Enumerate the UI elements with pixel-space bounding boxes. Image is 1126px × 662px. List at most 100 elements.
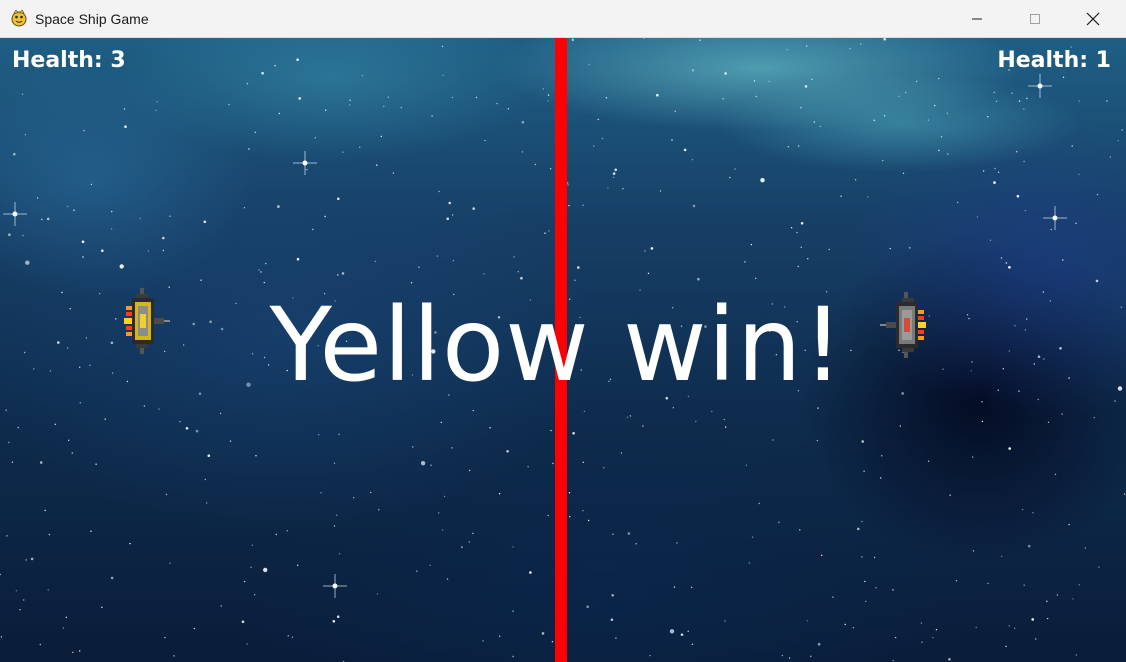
star [203, 220, 207, 224]
star [552, 462, 554, 465]
star [892, 659, 894, 662]
star [0, 636, 3, 638]
star [298, 97, 302, 100]
star [817, 407, 819, 409]
star [854, 179, 857, 181]
star [246, 643, 248, 645]
star [873, 119, 875, 122]
star [883, 115, 886, 117]
star [336, 615, 340, 618]
maximize-button[interactable] [1006, 0, 1064, 37]
star [498, 493, 501, 495]
star [443, 495, 446, 498]
star [676, 542, 678, 544]
star [723, 418, 725, 421]
star [849, 48, 851, 50]
star [889, 247, 891, 250]
star [605, 97, 608, 99]
star [452, 259, 455, 262]
star [1075, 222, 1077, 224]
star [1054, 473, 1057, 475]
star [286, 530, 288, 532]
star [72, 651, 74, 653]
star [306, 169, 308, 171]
star [440, 421, 442, 424]
star [852, 627, 855, 629]
star [374, 260, 376, 263]
star [799, 529, 801, 531]
star [400, 106, 402, 109]
star [790, 227, 793, 229]
game-canvas[interactable]: Health: 3 Health: 1 Yellow win! [0, 38, 1126, 662]
star [989, 239, 992, 241]
star [548, 230, 550, 232]
star [41, 218, 43, 221]
star [370, 491, 372, 494]
star [110, 228, 113, 230]
star [67, 205, 69, 208]
star [436, 255, 439, 257]
star [921, 641, 923, 643]
star [813, 121, 815, 123]
star [1023, 160, 1025, 163]
star [158, 408, 160, 410]
star [1120, 306, 1123, 308]
star [129, 542, 131, 545]
star [1008, 447, 1011, 450]
star [603, 467, 605, 469]
star [156, 101, 158, 103]
star [861, 556, 863, 558]
star [54, 423, 56, 425]
star [687, 630, 689, 632]
star [567, 182, 569, 184]
star [412, 446, 414, 448]
star [1005, 262, 1008, 264]
star [314, 137, 316, 139]
star [1018, 100, 1021, 102]
star [483, 273, 485, 275]
star [179, 421, 181, 423]
star [541, 632, 545, 635]
star [550, 429, 552, 432]
star [1046, 600, 1048, 602]
star [934, 104, 936, 107]
star [571, 38, 575, 42]
star [265, 262, 267, 265]
star [547, 100, 549, 102]
star [627, 532, 631, 535]
star [806, 620, 809, 622]
star [451, 96, 454, 99]
star [611, 594, 614, 597]
star [569, 515, 571, 518]
star [614, 168, 617, 172]
star [248, 148, 250, 150]
star [972, 456, 974, 458]
star [499, 635, 501, 637]
star [451, 447, 453, 449]
title-bar[interactable]: Space Ship Game [0, 0, 1126, 38]
star [909, 247, 911, 249]
star [781, 654, 784, 657]
star [875, 587, 877, 589]
minimize-button[interactable] [948, 0, 1006, 37]
star [995, 100, 998, 102]
star [821, 554, 823, 556]
star [582, 461, 584, 463]
close-button[interactable] [1064, 0, 1122, 37]
star [65, 616, 68, 618]
star [1078, 173, 1080, 176]
star [725, 426, 727, 428]
star [39, 461, 43, 464]
star [1062, 76, 1065, 78]
star [534, 163, 536, 166]
star [81, 240, 85, 244]
star [882, 159, 884, 162]
red-health-label: Health: 1 [997, 48, 1111, 73]
star [441, 45, 444, 48]
star [5, 409, 7, 411]
game-window: Space Ship Game Health: 3 Health: 1 Yell… [0, 0, 1126, 662]
star [582, 204, 584, 206]
star [577, 266, 580, 269]
star [277, 205, 280, 208]
star [1117, 140, 1119, 142]
